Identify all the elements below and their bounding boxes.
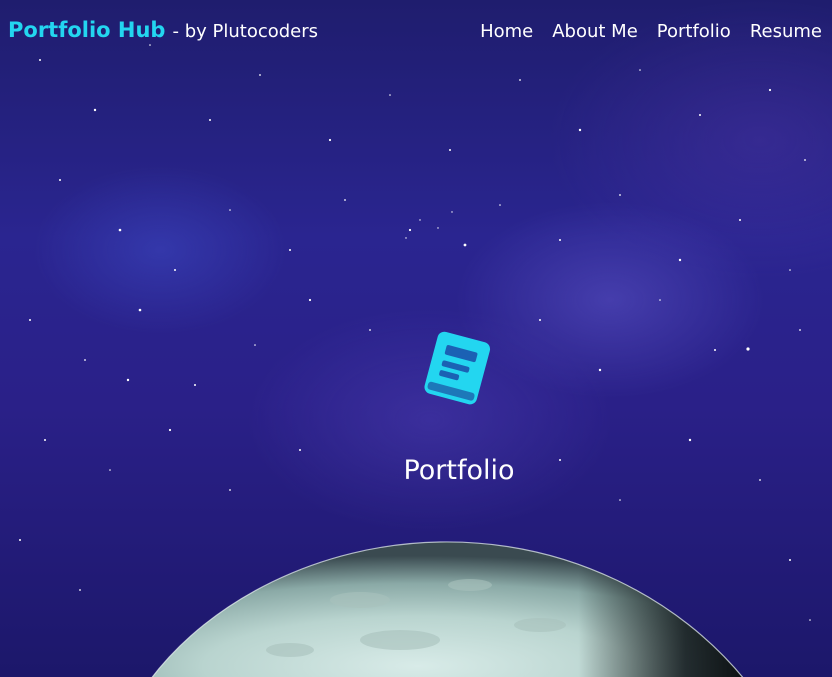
nav-links: Home About Me Portfolio Resume xyxy=(480,21,822,42)
nav-link-home[interactable]: Home xyxy=(480,21,533,42)
hero-title: Portfolio xyxy=(403,455,515,486)
nav-link-portfolio[interactable]: Portfolio xyxy=(657,21,731,42)
nav-link-resume[interactable]: Resume xyxy=(750,21,822,42)
top-navbar: Portfolio Hub - by Plutocoders Home Abou… xyxy=(0,0,832,64)
brand[interactable]: Portfolio Hub - by Plutocoders xyxy=(8,18,318,43)
book-icon xyxy=(418,330,496,408)
brand-name[interactable]: Portfolio Hub xyxy=(8,18,165,42)
brand-byline: - by Plutocoders xyxy=(172,21,319,42)
nav-link-about-me[interactable]: About Me xyxy=(552,21,638,42)
planet-image xyxy=(151,541,744,677)
